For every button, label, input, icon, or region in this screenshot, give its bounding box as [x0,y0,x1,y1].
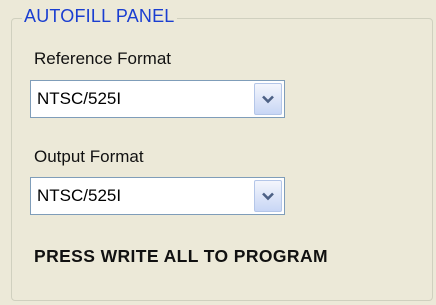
output-format-dropdown-button[interactable] [254,180,282,212]
output-format-select[interactable]: NTSC/525I [30,177,285,215]
reference-format-value: NTSC/525I [37,89,122,108]
output-format-label: Output Format [34,147,144,166]
chevron-down-icon [262,192,274,200]
chevron-down-icon [262,95,274,103]
reference-format-dropdown-button[interactable] [254,83,282,115]
reference-format-select[interactable]: NTSC/525I [30,80,285,118]
instruction-text: PRESS WRITE ALL TO PROGRAM [34,246,328,266]
panel-title: AUTOFILL PANEL [22,5,177,27]
reference-format-label: Reference Format [34,49,171,68]
output-format-value: NTSC/525I [37,186,122,205]
